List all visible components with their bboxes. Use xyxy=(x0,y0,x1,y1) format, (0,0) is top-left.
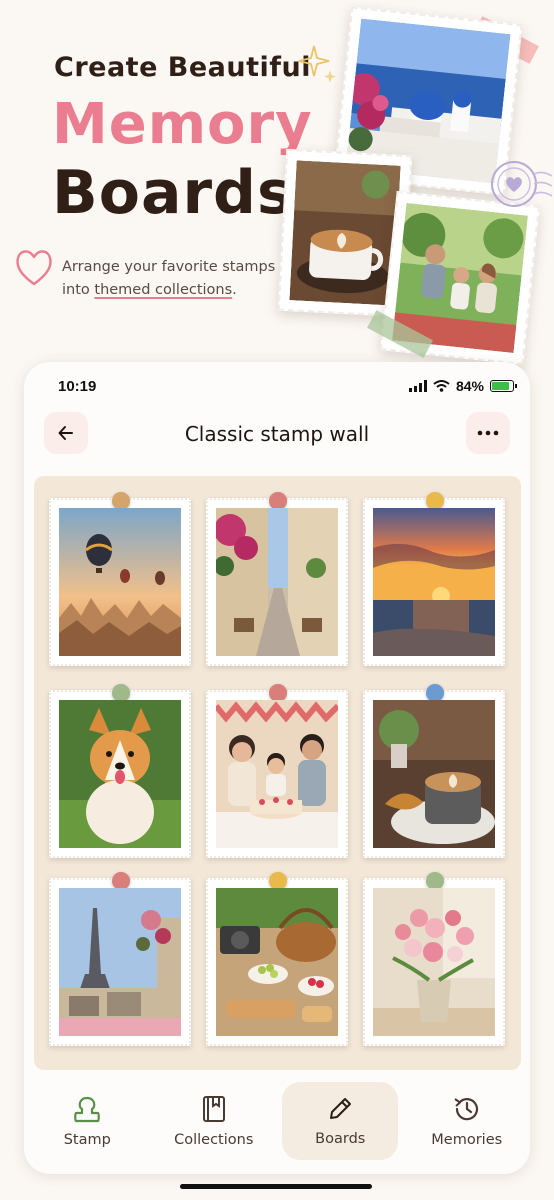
tab-boards-label: Boards xyxy=(315,1131,366,1147)
sparkle-icon xyxy=(296,44,340,92)
book-icon xyxy=(202,1096,225,1122)
history-icon xyxy=(454,1098,478,1121)
phone-mockup: 10:19 84% Classic stamp wall Stamp Colle… xyxy=(24,362,530,1174)
hero-title-line2: Memory xyxy=(52,92,313,157)
battery-icon xyxy=(490,380,517,392)
wifi-icon xyxy=(433,380,450,392)
more-horizontal-icon xyxy=(477,430,499,436)
status-time: 10:19 xyxy=(58,378,97,395)
tab-collections-label: Collections xyxy=(174,1132,254,1148)
stamp-flower-street[interactable] xyxy=(206,492,348,666)
stamp-hot-air-balloons[interactable] xyxy=(49,492,191,666)
page-title: Classic stamp wall xyxy=(184,422,370,446)
stamp-corgi[interactable] xyxy=(49,684,191,858)
hero-title-line3: Boards xyxy=(52,158,294,228)
home-indicator xyxy=(180,1184,372,1189)
hero-title-line1: Create Beautiful xyxy=(54,52,311,83)
battery-percent: 84% xyxy=(455,378,484,394)
stamp-ocean-sunset[interactable] xyxy=(363,492,505,666)
hero-subtitle-end: . xyxy=(232,282,237,298)
stamp-icon xyxy=(74,1096,101,1123)
tab-stamp[interactable]: Stamp xyxy=(29,1082,145,1160)
tab-bar: Stamp Collections Boards Memories xyxy=(24,1074,530,1174)
tab-stamp-label: Stamp xyxy=(63,1132,111,1148)
hero-subtitle-link: themed collections xyxy=(94,282,233,298)
status-icons: 84% xyxy=(408,378,517,394)
stamp-board xyxy=(34,476,521,1070)
more-options-button[interactable] xyxy=(466,412,510,454)
postmark-heart-icon xyxy=(488,158,554,218)
tab-memories[interactable]: Memories xyxy=(409,1082,525,1160)
tab-memories-label: Memories xyxy=(431,1132,503,1148)
stamp-pink-tulips[interactable] xyxy=(363,872,505,1046)
heart-outline-icon xyxy=(14,244,54,294)
signal-icon xyxy=(408,380,427,392)
pencil-icon xyxy=(330,1098,352,1119)
hero-subtitle: Arrange your favorite stamps into themed… xyxy=(62,256,292,302)
stamp-picnic-basket[interactable] xyxy=(206,872,348,1046)
stamp-eiffel-tower[interactable] xyxy=(49,872,191,1046)
stamp-birthday-family[interactable] xyxy=(206,684,348,858)
tab-collections[interactable]: Collections xyxy=(156,1082,272,1160)
tab-boards[interactable]: Boards xyxy=(282,1082,399,1160)
stamp-latte-croissant[interactable] xyxy=(363,684,505,858)
